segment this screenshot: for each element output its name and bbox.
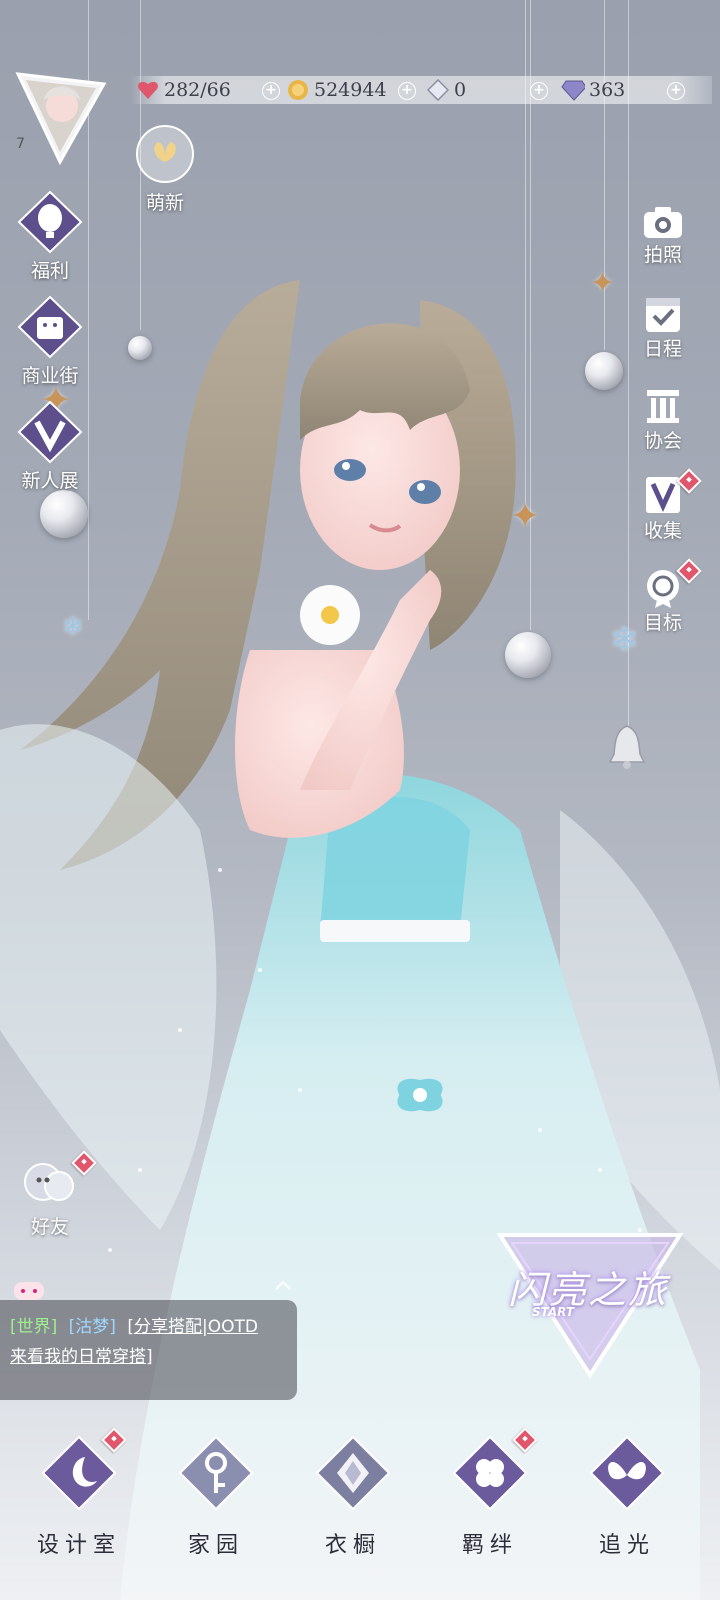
chat-message-continuation[interactable]: 来看我的日常穿搭]: [10, 1342, 153, 1367]
shop-street-button[interactable]: 商业街: [5, 295, 95, 388]
chat-channel: [世界]: [10, 1317, 58, 1337]
photo-label: 拍照: [643, 244, 682, 266]
chat-sender: [沽梦]: [68, 1317, 116, 1337]
chevron-up-icon[interactable]: [274, 1278, 292, 1292]
gold-currency: 524944 +: [286, 76, 426, 104]
crystal-wardrobe-icon: [315, 1435, 391, 1511]
nav-bond[interactable]: 羁绊: [430, 1427, 550, 1559]
newbie-label: 萌新: [145, 192, 184, 214]
guild-label: 协会: [643, 430, 682, 452]
nav-home-label: 家园: [187, 1533, 244, 1558]
collection-label: 收集: [643, 520, 682, 542]
add-diamond-button[interactable]: +: [667, 82, 685, 100]
nav-chase-light[interactable]: 追光: [567, 1435, 687, 1559]
butterfly-bubble-icon: [136, 125, 194, 183]
stamina-currency: 282/66 +: [136, 76, 286, 104]
diamond-icon: [561, 78, 585, 102]
player-level: 7: [16, 136, 25, 152]
nav-design-label: 设计室: [36, 1533, 121, 1558]
heart-icon: [136, 78, 160, 102]
welfare-button[interactable]: 福利: [5, 190, 95, 283]
bottom-navigation: 设计室 家园 衣橱 羁绊 追光: [0, 1427, 720, 1600]
newcomer-exhibit-label: 新人展: [21, 470, 79, 492]
schedule-label: 日程: [643, 338, 682, 360]
nav-chase-label: 追光: [598, 1533, 655, 1558]
chat-share-link[interactable]: [分享搭配|OOTD: [127, 1317, 258, 1337]
clover-icon: [452, 1435, 528, 1511]
player-avatar[interactable]: 7: [12, 70, 108, 166]
shopping-bag-icon: [17, 295, 83, 359]
currency-bar: 282/66 + 524944 + 0 + 363 +: [130, 76, 712, 104]
diamond-value: 363: [589, 79, 626, 101]
chat-panel[interactable]: [世界] [沽梦] [分享搭配|OOTD 来看我的日常穿搭]: [0, 1280, 297, 1400]
nav-home[interactable]: 家园: [156, 1435, 276, 1559]
balloon-icon: [17, 190, 83, 254]
crystal-value: 0: [454, 79, 467, 101]
schedule-button[interactable]: 日程: [618, 292, 708, 361]
key-icon: [178, 1435, 254, 1511]
friends-label: 好友: [30, 1216, 69, 1238]
character-illustration[interactable]: [0, 270, 720, 1600]
gold-coin-icon: [286, 78, 310, 102]
moon-feather-icon: [41, 1435, 117, 1511]
add-stamina-button[interactable]: +: [262, 82, 280, 100]
guild-button[interactable]: 协会: [618, 384, 708, 453]
v-crown-icon: [17, 400, 83, 464]
gold-value: 524944: [314, 79, 387, 101]
shop-street-label: 商业街: [21, 365, 79, 387]
chat-message[interactable]: [世界] [沽梦] [分享搭配|OOTD: [10, 1312, 258, 1337]
goals-label: 目标: [643, 612, 682, 634]
goals-button[interactable]: 目标: [618, 558, 708, 635]
stamina-value: 282/66: [164, 79, 231, 101]
nav-design-studio[interactable]: 设计室: [19, 1427, 139, 1559]
welfare-label: 福利: [30, 260, 69, 282]
newcomer-exhibit-button[interactable]: 新人展: [5, 400, 95, 493]
shining-journey-button[interactable]: 闪亮之旅 START: [490, 1225, 690, 1385]
add-gold-button[interactable]: +: [398, 82, 416, 100]
add-crystal-button[interactable]: +: [530, 82, 548, 100]
camera-icon: [644, 207, 682, 238]
chat-bubble-icon: [14, 1282, 44, 1300]
journey-start-label: START: [532, 1305, 575, 1319]
crystal-icon: [426, 78, 450, 102]
crystal-currency: 0 +: [426, 76, 561, 104]
nav-bond-label: 羁绊: [461, 1533, 518, 1558]
butterfly-icon: [589, 1435, 665, 1511]
guild-building-icon: [647, 390, 679, 423]
calendar-check-icon: [646, 298, 680, 332]
nav-wardrobe-label: 衣橱: [324, 1533, 381, 1558]
friends-button[interactable]: 好友: [5, 1150, 97, 1239]
diamond-currency: 363 +: [561, 76, 701, 104]
newbie-event-button[interactable]: 萌新: [120, 122, 210, 215]
photo-button[interactable]: 拍照: [618, 204, 708, 267]
collection-button[interactable]: 收集: [618, 468, 708, 543]
nav-wardrobe[interactable]: 衣橱: [293, 1435, 413, 1559]
